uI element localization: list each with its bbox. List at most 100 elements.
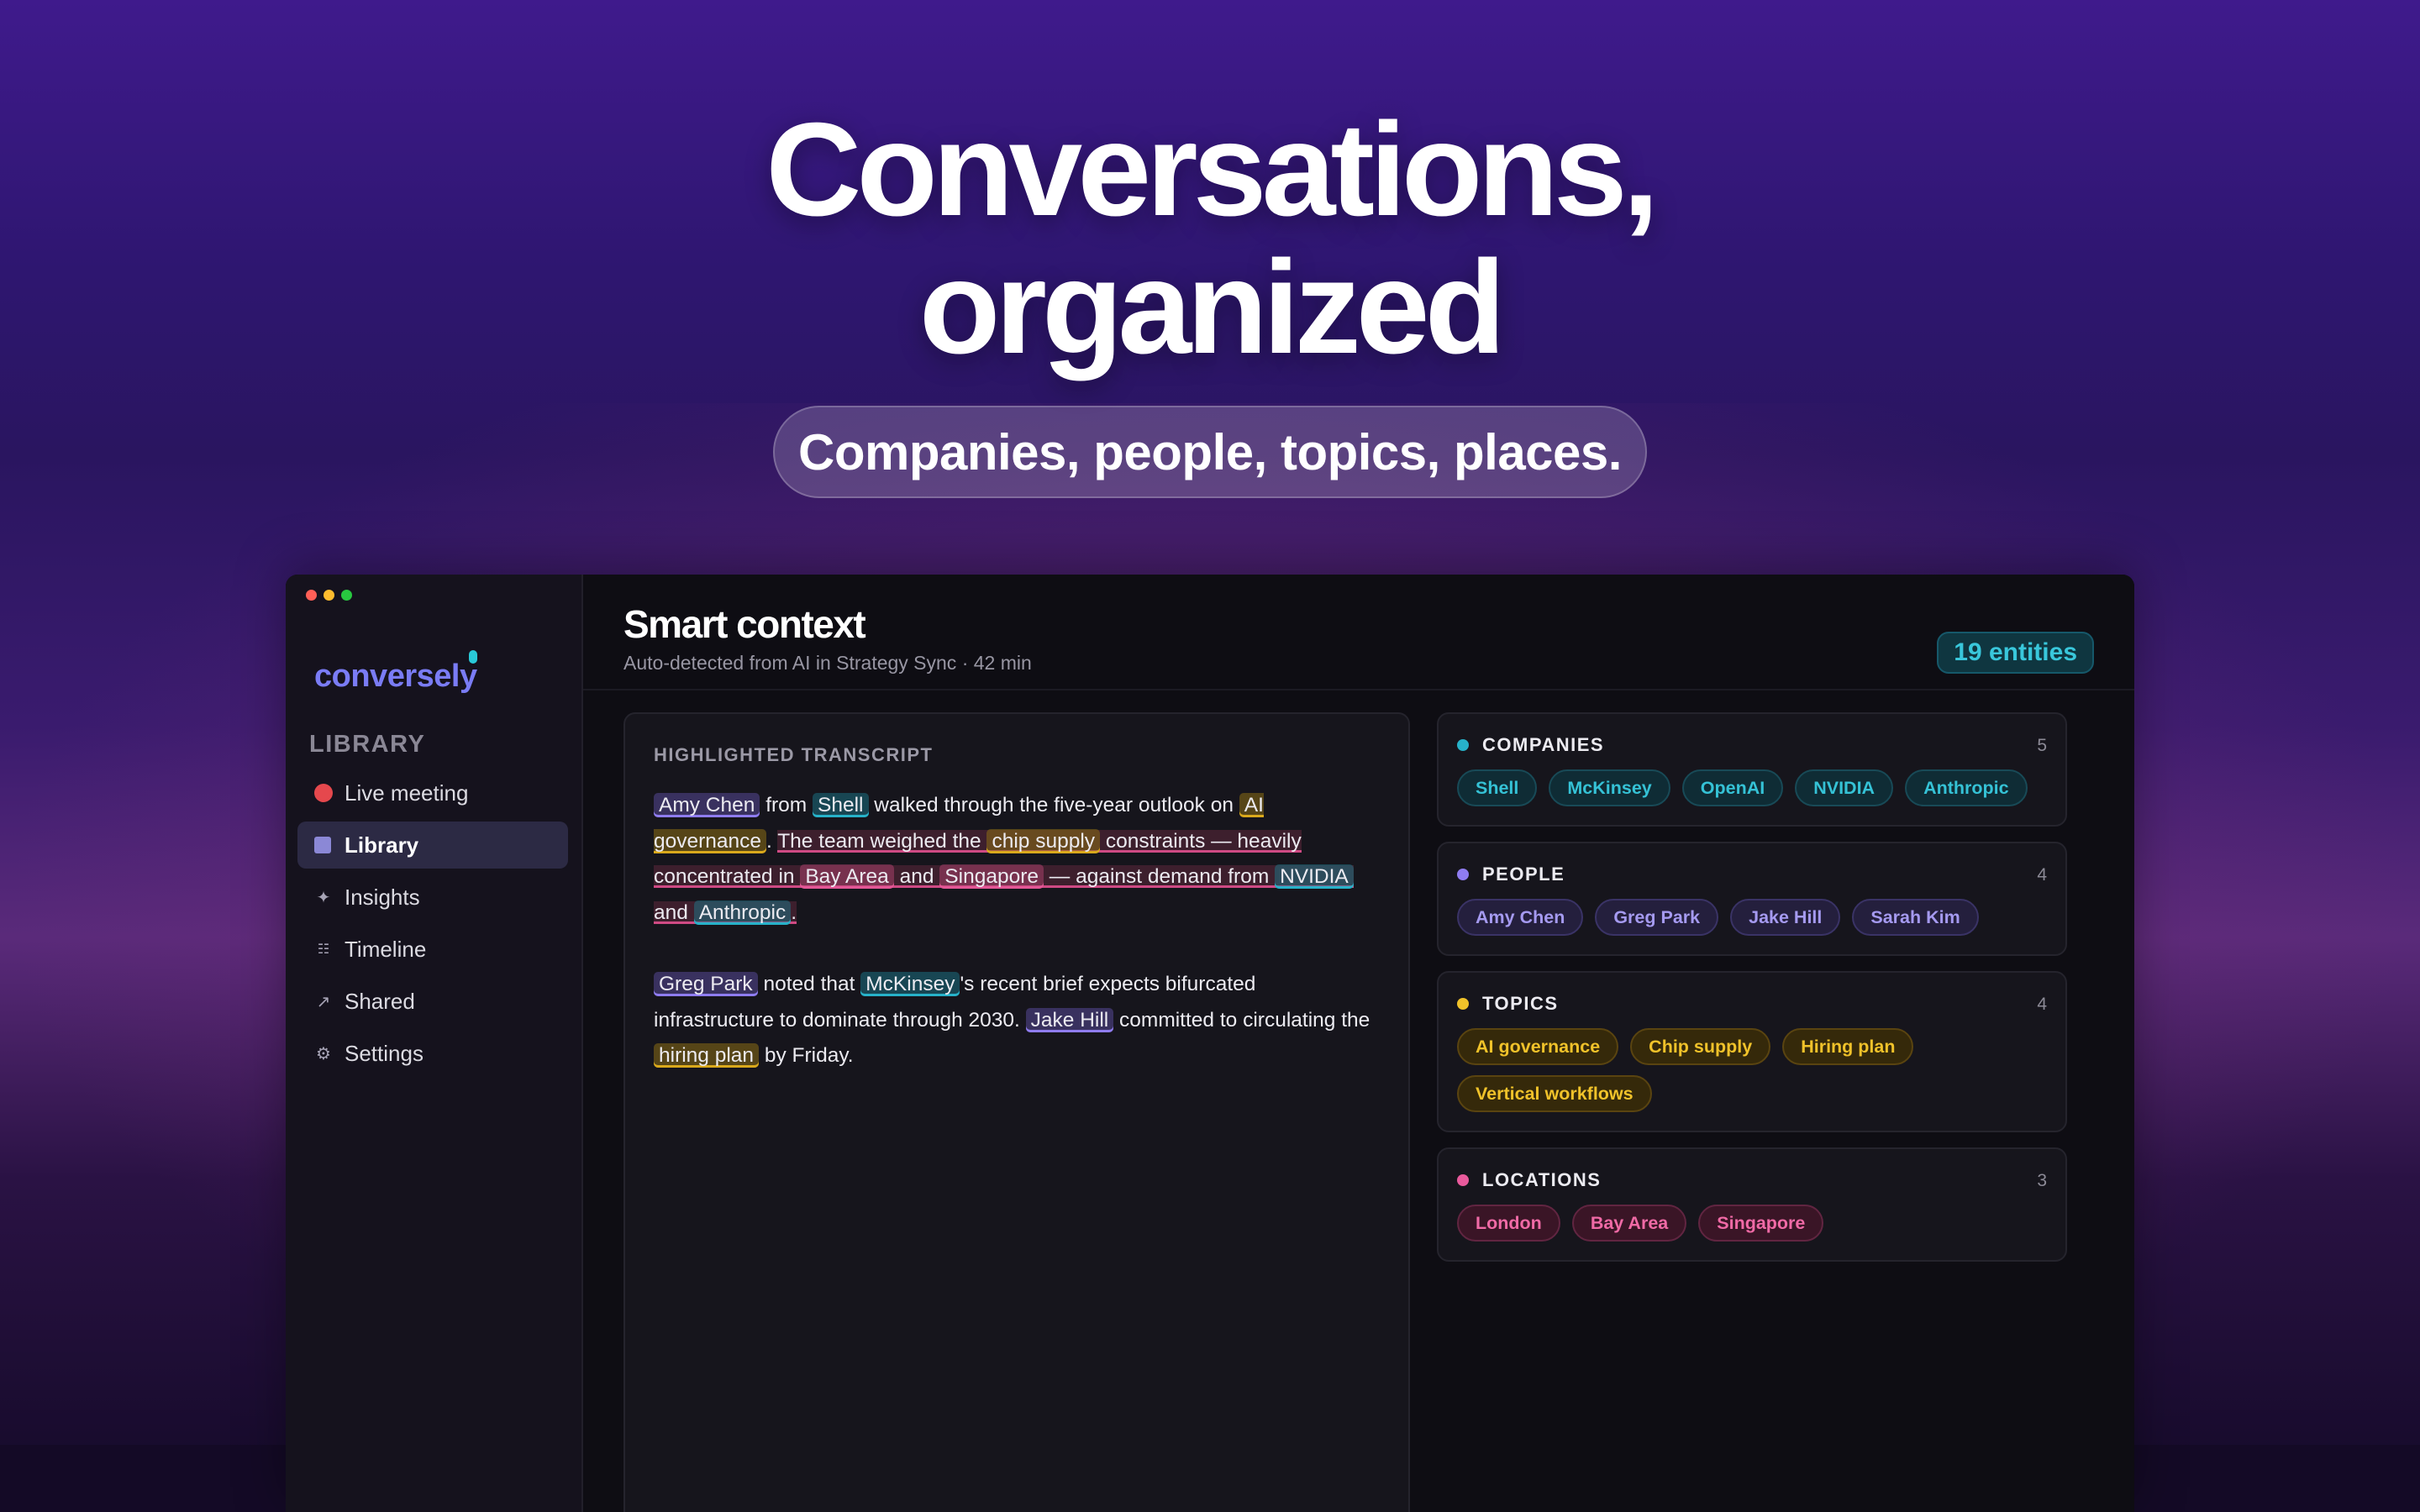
chip-list: Shell McKinsey OpenAI NVIDIA Anthropic — [1457, 769, 2047, 806]
sidebar-item-live-meeting[interactable]: Live meeting — [297, 769, 568, 816]
transcript-text: — against demand from — [1043, 865, 1276, 888]
hero-subtitle: Companies, people, topics, places. — [798, 423, 1622, 480]
companies-dot-icon — [1457, 739, 1469, 751]
sidebar-heading: LIBRARY — [309, 731, 426, 758]
hero-title: Conversations, organized — [0, 101, 2420, 376]
zoom-window-button[interactable] — [341, 590, 352, 601]
locations-dot-icon — [1457, 1174, 1469, 1186]
chip-list: Amy Chen Greg Park Jake Hill Sarah Kim — [1457, 899, 2047, 936]
entity-chip-location[interactable]: London — [1457, 1205, 1560, 1242]
gear-icon: ⚙ — [316, 1044, 331, 1063]
page-subtitle: Auto-detected from AI in Strategy Sync ·… — [623, 652, 1032, 674]
entity-highlight-location[interactable]: Bay Area — [800, 864, 894, 889]
entity-chip-location[interactable]: Singapore — [1698, 1205, 1824, 1242]
app-logo-text: conversely — [314, 659, 477, 694]
entity-chip-company[interactable]: Anthropic — [1905, 769, 2028, 806]
people-dot-icon — [1457, 869, 1469, 880]
companies-card: COMPANIES 5 Shell McKinsey OpenAI NVIDIA… — [1437, 712, 2067, 827]
locations-card: LOCATIONS 3 London Bay Area Singapore — [1437, 1147, 2067, 1262]
main-panel: Smart context Auto-detected from AI in S… — [583, 575, 2134, 1512]
entity-highlight-person[interactable]: Jake Hill — [1025, 1007, 1114, 1032]
entity-chip-company[interactable]: Shell — [1457, 769, 1538, 806]
app-window: conversely LIBRARY Live meeting Library … — [286, 575, 2134, 1512]
entity-chip-topic[interactable]: Hiring plan — [1782, 1028, 1914, 1065]
record-dot-icon — [314, 784, 333, 802]
entity-highlight-person[interactable]: Greg Park — [654, 972, 758, 996]
sidebar-item-label: Settings — [345, 1040, 424, 1066]
transcript-panel: HIGHLIGHTED TRANSCRIPT Amy Chen from She… — [623, 712, 1410, 1512]
transcript-label: HIGHLIGHTED TRANSCRIPT — [654, 744, 934, 765]
hero-title-line-2: organized — [918, 234, 1506, 381]
sparkle-icon: ✦ — [316, 888, 331, 907]
entity-chip-company[interactable]: OpenAI — [1681, 769, 1784, 806]
transcript-text: noted that — [757, 973, 861, 995]
entity-chip-person[interactable]: Greg Park — [1595, 899, 1719, 936]
topics-dot-icon — [1457, 998, 1469, 1010]
transcript-text: . — [766, 829, 778, 853]
card-count: 4 — [2037, 995, 2047, 1014]
logo-mark-icon — [469, 650, 477, 664]
entity-highlight-company[interactable]: NVIDIA — [1275, 864, 1354, 889]
entity-chip-topic[interactable]: Chip supply — [1630, 1028, 1771, 1065]
minimize-window-button[interactable] — [324, 590, 334, 601]
card-title: TOPICS — [1482, 993, 1559, 1014]
sidebar-item-label: Timeline — [345, 936, 427, 962]
sidebar-item-label: Shared — [345, 988, 415, 1014]
card-count: 5 — [2037, 736, 2047, 755]
sidebar: conversely LIBRARY Live meeting Library … — [286, 575, 583, 1512]
card-count: 3 — [2037, 1171, 2047, 1190]
chip-list: London Bay Area Singapore — [1457, 1205, 2047, 1242]
entity-chip-person[interactable]: Jake Hill — [1730, 899, 1841, 936]
arrow-up-right-icon: ↗ — [316, 992, 331, 1011]
sidebar-item-label: Live meeting — [345, 780, 469, 806]
entity-highlight-person[interactable]: Amy Chen — [654, 793, 760, 817]
entity-highlight-company[interactable]: Shell — [813, 793, 869, 817]
entity-highlight-topic[interactable]: chip supply — [986, 828, 1101, 853]
entity-chip-person[interactable]: Sarah Kim — [1852, 899, 1979, 936]
transcript-paragraph: Greg Park noted that McKinsey's recent b… — [654, 967, 1381, 1074]
entity-chip-person[interactable]: Amy Chen — [1457, 899, 1584, 936]
transcript-text: The team weighed the — [777, 829, 987, 853]
entity-highlight-company[interactable]: Anthropic — [693, 900, 792, 925]
transcript-text: and — [654, 900, 694, 924]
entity-chip-location[interactable]: Bay Area — [1571, 1205, 1687, 1242]
window-controls — [306, 590, 352, 601]
close-window-button[interactable] — [306, 590, 317, 601]
card-title: COMPANIES — [1482, 734, 1605, 755]
hero-subtitle-pill: Companies, people, topics, places. — [773, 406, 1647, 498]
sidebar-item-insights[interactable]: ✦ Insights — [297, 874, 568, 921]
library-square-icon — [314, 837, 333, 853]
entity-chip-topic[interactable]: Vertical workflows — [1457, 1075, 1652, 1112]
people-card: PEOPLE 4 Amy Chen Greg Park Jake Hill Sa… — [1437, 842, 2067, 956]
sidebar-item-label: Insights — [345, 884, 420, 910]
transcript-text: . — [791, 900, 797, 924]
entity-chip-company[interactable]: NVIDIA — [1795, 769, 1894, 806]
topics-card: TOPICS 4 AI governance Chip supply Hirin… — [1437, 971, 2067, 1132]
entity-count-badge: 19 entities — [1937, 632, 2094, 674]
transcript-paragraph: Amy Chen from Shell walked through the f… — [654, 788, 1381, 931]
sidebar-item-timeline[interactable]: ☷ Timeline — [297, 926, 568, 973]
page-title: Smart context — [623, 602, 866, 646]
entity-chip-topic[interactable]: AI governance — [1457, 1028, 1619, 1065]
timeline-icon: ☷ — [317, 942, 330, 957]
sidebar-item-settings[interactable]: ⚙ Settings — [297, 1030, 568, 1077]
transcript-body: Amy Chen from Shell walked through the f… — [654, 788, 1381, 1110]
entity-highlight-company[interactable]: McKinsey — [860, 972, 960, 996]
hero-title-line-1: Conversations, — [765, 96, 1659, 244]
main-header: Smart context Auto-detected from AI in S… — [583, 575, 2134, 690]
sidebar-nav: Live meeting Library ✦ Insights ☷ Timeli… — [297, 769, 568, 1082]
entity-highlight-location[interactable]: Singapore — [939, 864, 1044, 889]
sidebar-item-shared[interactable]: ↗ Shared — [297, 978, 568, 1025]
chip-list: AI governance Chip supply Hiring plan Ve… — [1457, 1028, 2047, 1112]
card-title: PEOPLE — [1482, 864, 1565, 885]
card-count: 4 — [2037, 865, 2047, 885]
transcript-text: walked through the five-year outlook on — [868, 794, 1239, 816]
entity-chip-company[interactable]: McKinsey — [1549, 769, 1670, 806]
entity-highlight-topic[interactable]: hiring plan — [654, 1043, 760, 1068]
transcript-text: committed to circulating the — [1113, 1008, 1370, 1032]
card-title: LOCATIONS — [1482, 1169, 1602, 1190]
app-logo[interactable]: conversely — [314, 650, 477, 695]
sidebar-item-library[interactable]: Library — [297, 822, 568, 869]
transcript-text: by Friday. — [759, 1044, 854, 1067]
transcript-text: and — [893, 865, 940, 888]
